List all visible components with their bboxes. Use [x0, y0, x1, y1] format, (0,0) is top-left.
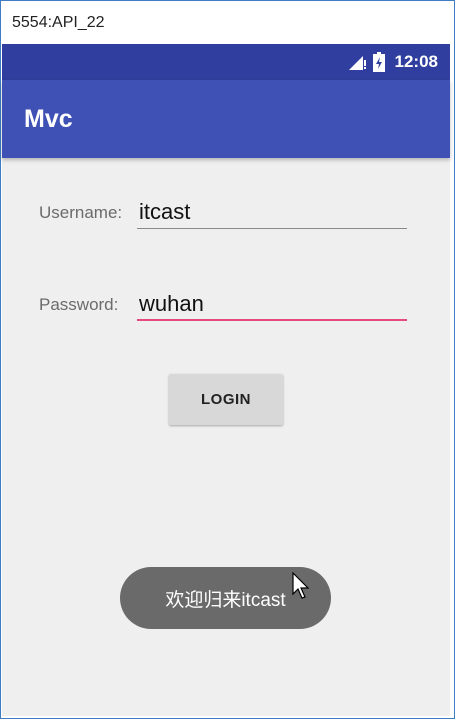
signal-icon [348, 56, 366, 70]
app-title: Mvc [24, 104, 73, 133]
device-screen: 12:08 Mvc Username: itcast Password: wuh… [2, 44, 450, 716]
username-field[interactable]: itcast [137, 199, 407, 229]
battery-icon [372, 52, 385, 72]
password-label: Password: [39, 295, 119, 314]
window-title: 5554:API_22 [2, 2, 449, 44]
login-button[interactable]: LOGIN [169, 374, 283, 425]
status-bar: 12:08 [2, 44, 450, 80]
emulator-window: 5554:API_22 12:08 Mvc Username: itcast P… [0, 0, 455, 719]
username-label: Username: [39, 203, 123, 222]
status-time: 12:08 [394, 52, 438, 71]
mouse-cursor-icon [292, 572, 310, 599]
app-bar: Mvc [2, 80, 450, 158]
password-field[interactable]: wuhan [137, 291, 407, 321]
